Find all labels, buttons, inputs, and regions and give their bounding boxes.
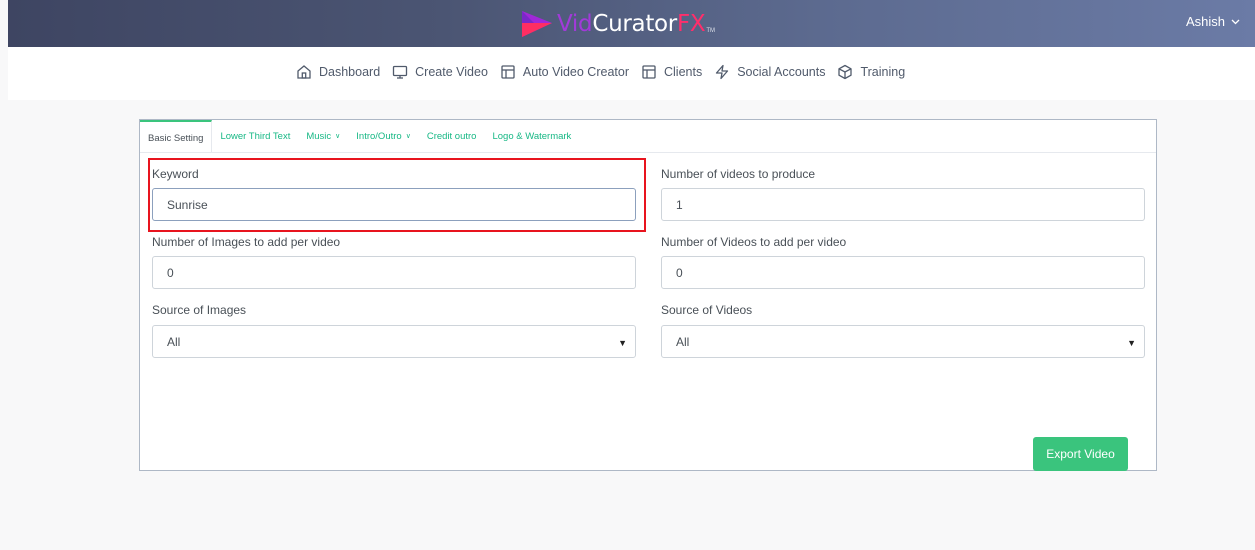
export-video-button[interactable]: Export Video <box>1033 437 1128 471</box>
user-menu[interactable]: Ashish <box>1186 14 1240 29</box>
source-videos-select[interactable]: All ▼ <box>661 325 1145 358</box>
main-nav: Dashboard Create Video Auto Video Creato… <box>8 47 1255 100</box>
tab-lower-third-text[interactable]: Lower Third Text <box>212 120 298 152</box>
zap-icon <box>716 64 729 80</box>
tab-credit-outro-label: Credit outro <box>426 130 477 142</box>
settings-tabs: Basic Setting Lower Third Text Music ∨ In… <box>140 120 1156 153</box>
source-images-select[interactable]: All ▼ <box>152 325 636 358</box>
tab-logo-watermark[interactable]: Logo & Watermark <box>484 120 579 152</box>
videos-per-video-label: Number of Videos to add per video <box>661 235 847 249</box>
num-videos-input[interactable]: 1 <box>661 188 1145 221</box>
tab-music[interactable]: Music ∨ <box>298 120 348 152</box>
chevron-down-icon: ∨ <box>335 133 341 140</box>
user-name: Ashish <box>1185 14 1225 29</box>
caret-down-icon: ▼ <box>618 338 627 348</box>
nav-clients[interactable]: Clients <box>641 64 702 80</box>
video-settings-card: Basic Setting Lower Third Text Music ∨ In… <box>139 119 1157 471</box>
tab-basic-setting[interactable]: Basic Setting <box>140 120 213 152</box>
source-images-label: Source of Images <box>152 303 247 317</box>
source-images-value: All <box>167 334 181 349</box>
top-header-bar: VidCuratorFX TM Ashish <box>8 0 1255 47</box>
play-logo-icon <box>522 11 552 37</box>
keyword-input[interactable]: Sunrise <box>152 188 636 221</box>
nav-training-label: Training <box>860 65 906 79</box>
num-videos-value: 1 <box>676 197 683 212</box>
chevron-down-icon <box>1231 19 1240 24</box>
images-per-video-label: Number of Images to add per video <box>152 235 341 249</box>
source-videos-value: All <box>676 334 690 349</box>
nav-social-accounts-label: Social Accounts <box>737 65 826 79</box>
nav-auto-video-creator-label: Auto Video Creator <box>522 65 629 79</box>
keyword-value: Sunrise <box>167 197 208 212</box>
logo-text: VidCuratorFX <box>557 11 706 37</box>
chevron-down-icon: ∨ <box>405 133 411 140</box>
tab-intro-outro[interactable]: Intro/Outro ∨ <box>348 120 419 152</box>
logo-trademark: TM <box>706 28 716 34</box>
nav-create-video[interactable]: Create Video <box>392 64 488 80</box>
tab-credit-outro[interactable]: Credit outro <box>419 120 485 152</box>
nav-dashboard[interactable]: Dashboard <box>296 64 380 80</box>
num-videos-label: Number of videos to produce <box>661 167 816 181</box>
export-video-label: Export Video <box>1046 447 1115 461</box>
tab-music-label: Music <box>306 130 332 142</box>
nav-auto-video-creator[interactable]: Auto Video Creator <box>500 64 629 80</box>
nav-training[interactable]: Training <box>837 64 905 80</box>
nav-clients-label: Clients <box>664 65 703 79</box>
images-per-video-input[interactable]: 0 <box>152 256 636 289</box>
source-videos-label: Source of Videos <box>661 303 753 317</box>
box-icon <box>838 64 853 80</box>
tab-logo-watermark-label: Logo & Watermark <box>492 130 572 142</box>
tab-basic-setting-label: Basic Setting <box>148 132 204 144</box>
keyword-label: Keyword <box>152 167 199 181</box>
monitor-icon <box>393 65 408 79</box>
tab-lower-third-text-label: Lower Third Text <box>220 130 291 142</box>
nav-dashboard-label: Dashboard <box>319 65 381 79</box>
logo[interactable]: VidCuratorFX TM <box>520 8 715 40</box>
layout-icon <box>501 65 515 79</box>
layout-icon <box>642 65 656 79</box>
tab-intro-outro-label: Intro/Outro <box>356 130 402 142</box>
nav-social-accounts[interactable]: Social Accounts <box>714 64 825 80</box>
images-per-video-value: 0 <box>167 265 174 280</box>
videos-per-video-value: 0 <box>676 265 683 280</box>
caret-down-icon: ▼ <box>1127 338 1136 348</box>
home-icon <box>297 65 311 79</box>
videos-per-video-input[interactable]: 0 <box>661 256 1145 289</box>
nav-create-video-label: Create Video <box>415 65 488 79</box>
